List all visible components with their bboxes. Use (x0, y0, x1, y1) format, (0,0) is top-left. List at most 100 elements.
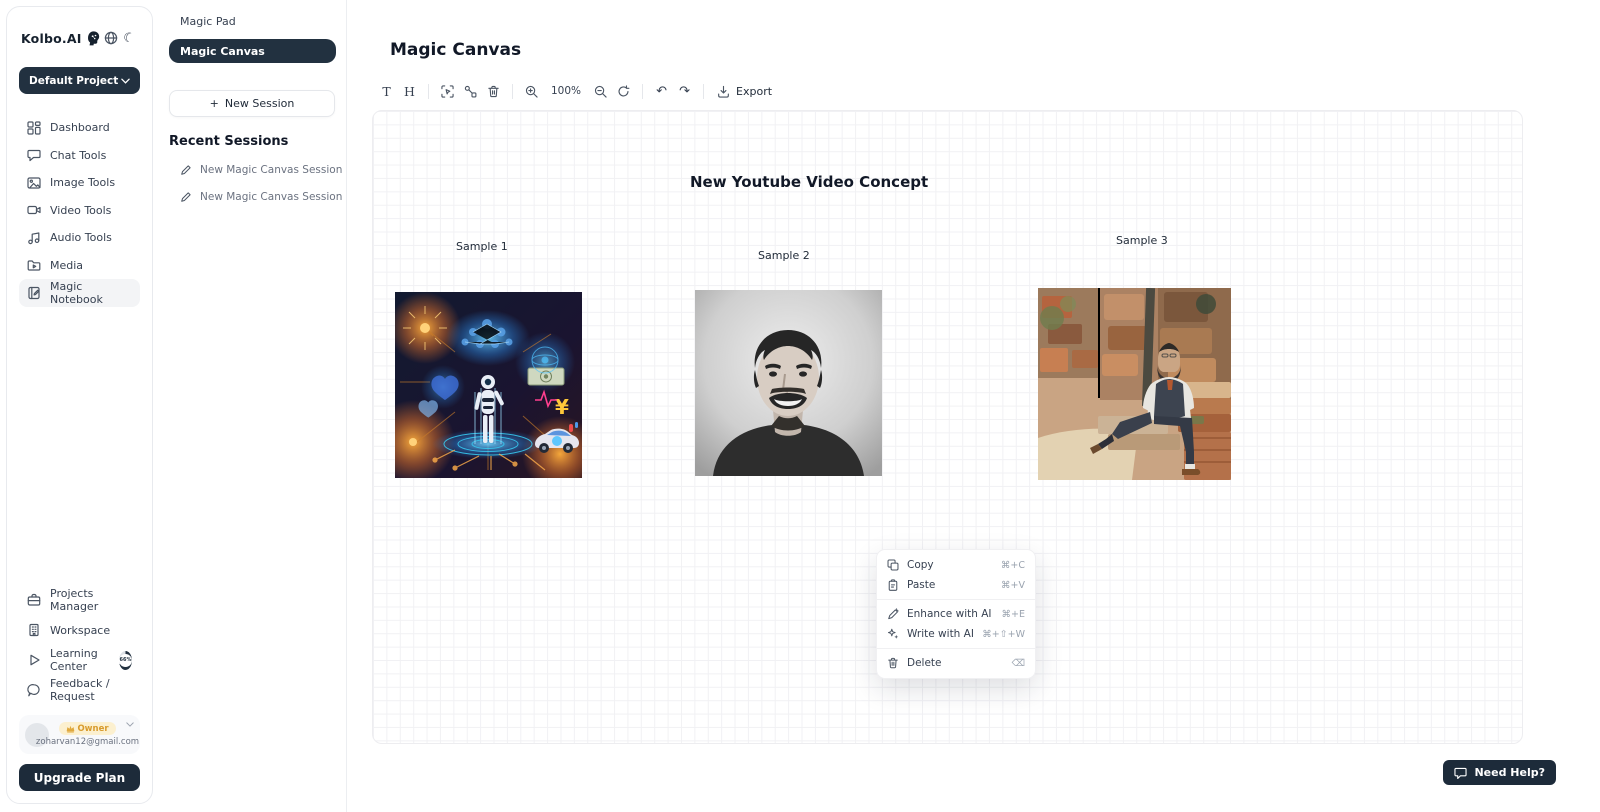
select-tool-button[interactable] (436, 80, 459, 102)
svg-text:¥: ¥ (555, 395, 569, 419)
session-list-item[interactable]: New Magic Canvas Session (156, 191, 346, 203)
context-menu-paste[interactable]: Paste ⌘+V (877, 575, 1035, 595)
delete-tool-button[interactable] (482, 80, 505, 102)
chevron-down-icon (121, 78, 130, 84)
plus-icon: + (210, 97, 219, 110)
zoom-level-value: 100% (543, 85, 589, 97)
notebook-icon (27, 286, 41, 300)
trash-icon (887, 657, 899, 669)
heading-tool-button[interactable]: H (398, 80, 421, 102)
brand-name: Kolbo.AI (21, 31, 82, 46)
sidebar-item-feedback-request[interactable]: Feedback / Request (19, 675, 140, 705)
rotate-icon (617, 85, 630, 98)
write-ai-icon (887, 628, 899, 640)
context-menu: Copy ⌘+C Paste ⌘+V Enhance with AI ⌘+E W… (876, 549, 1036, 679)
user-account-card[interactable]: Owner zoharvan12@gmail.com (19, 715, 140, 754)
canvas-heading-text[interactable]: New Youtube Video Concept (690, 173, 928, 191)
sidebar-item-video-tools[interactable]: Video Tools (19, 197, 140, 225)
sidebar-item-label: Dashboard (50, 121, 110, 134)
context-menu-shortcut: ⌘+C (1001, 560, 1025, 571)
project-selector-dropdown[interactable]: Default Project (19, 67, 140, 94)
session-item-label: New Magic Canvas Session (200, 191, 342, 203)
need-help-button[interactable]: Need Help? (1443, 760, 1556, 785)
brand-logo[interactable]: Kolbo.AI (21, 29, 103, 47)
sample-image-2[interactable] (695, 290, 882, 476)
sidebar-item-label: Audio Tools (50, 231, 112, 244)
chat-icon (27, 148, 41, 162)
new-session-label: New Session (225, 97, 294, 110)
sidebar-item-label: Workspace (50, 624, 110, 637)
sidebar-item-label: Projects Manager (50, 587, 132, 613)
upgrade-plan-button[interactable]: Upgrade Plan (19, 764, 140, 791)
zoom-in-icon (525, 85, 538, 98)
select-area-icon (441, 85, 454, 98)
pencil-icon (180, 164, 192, 176)
magic-canvas-item-selected[interactable]: Magic Canvas (169, 39, 336, 63)
owner-role-badge: Owner (59, 722, 115, 735)
help-chat-icon (1454, 767, 1467, 779)
context-menu-copy[interactable]: Copy ⌘+C (877, 555, 1035, 575)
undo-button[interactable]: ↶ (650, 80, 673, 102)
new-session-button[interactable]: + New Session (169, 90, 335, 117)
download-icon (717, 85, 730, 98)
export-button[interactable]: Export (711, 85, 778, 98)
language-globe-icon[interactable] (103, 29, 121, 47)
context-menu-divider (877, 648, 1035, 649)
session-item-label: New Magic Canvas Session (200, 164, 342, 176)
feedback-bubble-icon (27, 683, 41, 697)
page-title: Magic Canvas (390, 40, 521, 60)
sample-1-label[interactable]: Sample 1 (456, 240, 508, 253)
sidebar-item-audio-tools[interactable]: Audio Tools (19, 224, 140, 252)
sidebar-item-chat-tools[interactable]: Chat Tools (19, 142, 140, 170)
sidebar-item-label: Learning Center (50, 647, 108, 673)
context-menu-delete[interactable]: Delete ⌫ (877, 653, 1035, 673)
context-menu-divider (877, 599, 1035, 600)
reset-view-button[interactable] (612, 80, 635, 102)
context-menu-shortcut: ⌫ (1012, 658, 1025, 669)
music-note-icon (27, 231, 41, 245)
context-menu-label: Enhance with AI (907, 608, 992, 620)
sidebar-item-magic-notebook[interactable]: Magic Notebook (19, 279, 140, 307)
sidebar-item-workspace[interactable]: Workspace (19, 615, 140, 645)
sample-3-label[interactable]: Sample 3 (1116, 234, 1168, 247)
zoom-out-button[interactable] (589, 80, 612, 102)
sidebar-item-image-tools[interactable]: Image Tools (19, 169, 140, 197)
learning-progress-value: 66% (119, 654, 132, 667)
magic-pad-item[interactable]: Magic Pad (156, 0, 346, 28)
context-menu-shortcut: ⌘+V (1001, 580, 1025, 591)
sidebar-item-dashboard[interactable]: Dashboard (19, 114, 140, 142)
sidebar-item-projects-manager[interactable]: Projects Manager (19, 585, 140, 615)
context-menu-shortcut: ⌘+E (1002, 609, 1025, 620)
text-tool-button[interactable]: T (375, 80, 398, 102)
connector-tool-button[interactable] (459, 80, 482, 102)
connector-icon (464, 85, 477, 98)
sidebar-item-label: Chat Tools (50, 149, 106, 162)
sidebar-item-media[interactable]: Media (19, 252, 140, 280)
sample-image-3[interactable] (1038, 288, 1231, 480)
video-camera-icon (27, 203, 41, 217)
sidebar-item-learning-center[interactable]: Learning Center 66% (19, 645, 140, 675)
canvas-grid[interactable]: New Youtube Video Concept Sample 1 Sampl… (372, 110, 1523, 744)
user-meta: Owner zoharvan12@gmail.com (55, 722, 120, 747)
play-icon (27, 653, 41, 667)
sidebar-item-label: Video Tools (50, 204, 111, 217)
need-help-label: Need Help? (1474, 766, 1545, 779)
zoom-in-button[interactable] (520, 80, 543, 102)
sample-image-1[interactable]: ¥ (395, 292, 582, 478)
sample-2-label[interactable]: Sample 2 (758, 249, 810, 262)
context-menu-label: Paste (907, 579, 935, 591)
sidebar-item-label: Magic Notebook (50, 280, 132, 306)
context-menu-label: Write with AI (907, 628, 974, 640)
context-menu-write-with-ai[interactable]: Write with AI ⌘+⇧+W (877, 624, 1035, 644)
undo-icon: ↶ (656, 84, 667, 99)
toolbar-divider (428, 84, 429, 99)
context-menu-enhance-with-ai[interactable]: Enhance with AI ⌘+E (877, 604, 1035, 624)
redo-icon: ↷ (679, 84, 690, 99)
dark-mode-moon-icon[interactable]: ☾ (120, 29, 138, 47)
toolbar-divider (703, 84, 704, 99)
session-list-item[interactable]: New Magic Canvas Session (156, 164, 346, 176)
redo-button[interactable]: ↷ (673, 80, 696, 102)
context-menu-shortcut: ⌘+⇧+W (982, 629, 1025, 640)
copy-icon (887, 559, 899, 571)
project-selector-label: Default Project (29, 75, 118, 87)
